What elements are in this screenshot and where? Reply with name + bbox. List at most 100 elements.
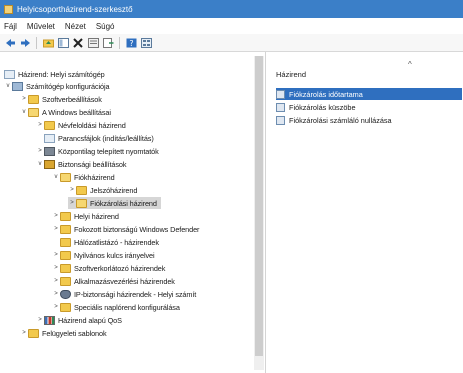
expander-icon[interactable]: > — [52, 252, 60, 258]
tree-item-account-policies[interactable]: v Fiókházirend — [52, 171, 115, 183]
tree-item-password-policy[interactable]: > Jelszóházirend — [68, 184, 137, 196]
tree-item-label: Névfeloldási házirend — [58, 120, 126, 130]
expander-icon[interactable]: > — [52, 213, 60, 219]
policy-item-reset-lockout-counter[interactable]: Fiókzárolási számláló nullázása — [276, 114, 462, 126]
policy-document-icon — [4, 69, 15, 79]
tree-item-account-lockout-policy[interactable]: > Fiókzárolási házirend — [68, 197, 161, 209]
tree-item-software-settings[interactable]: > Szoftverbeállítások — [20, 93, 102, 105]
tree-item-software-restriction[interactable]: > Szoftverkorlátozó házirendek — [52, 262, 165, 274]
scrollbar-thumb[interactable] — [255, 56, 263, 356]
folder-icon — [60, 263, 71, 273]
properties-icon[interactable] — [87, 37, 99, 49]
expander-icon[interactable]: > — [36, 148, 44, 154]
export-icon[interactable] — [102, 37, 114, 49]
tree-item-network-list-manager[interactable]: Hálózatlistázó - házirendek — [52, 236, 159, 248]
tree-item-label: Fiókházirend — [74, 172, 115, 182]
tree-item-label: Fiókzárolási házirend — [90, 198, 157, 208]
expander-icon[interactable]: v — [52, 174, 60, 180]
expander-icon[interactable]: v — [36, 161, 44, 167]
tree-item-advanced-audit[interactable]: > Speciális naplórend konfigurálása — [52, 301, 180, 313]
policy-item-label: Fiókzárolás időtartama — [289, 89, 363, 99]
tree-item-label: Házirend: Helyi számítógép — [18, 69, 105, 79]
menu-action[interactable]: Művelet — [27, 22, 55, 31]
policy-icon — [276, 89, 285, 99]
tree-item-local-policies[interactable]: > Helyi házirend — [52, 210, 119, 222]
window-title: Helyicsoportházirend-szerkesztő — [17, 4, 133, 14]
menu-file[interactable]: Fájl — [4, 22, 17, 31]
up-folder-icon[interactable] — [42, 37, 54, 49]
tree-item-ip-security[interactable]: > IP-biztonsági házirendek - Helyi számí… — [52, 288, 196, 300]
tree-item-security-settings[interactable]: v Biztonsági beállítások — [36, 158, 126, 170]
tree-item-label: Számítógép konfigurációja — [26, 81, 110, 91]
tree-item-label: Nyilvános kulcs irányelvei — [74, 250, 155, 260]
tree-item-deployed-printers[interactable]: > Központilag telepített nyomtatók — [36, 145, 159, 157]
expander-icon[interactable]: > — [52, 278, 60, 284]
tree-item-scripts[interactable]: Parancsfájlok (indítás/leállítás) — [36, 132, 154, 144]
folder-open-icon — [60, 172, 71, 182]
expander-icon[interactable]: > — [52, 265, 60, 271]
menu-help[interactable]: Súgó — [96, 22, 115, 31]
expander-icon[interactable]: > — [52, 291, 60, 297]
tree-root[interactable]: Házirend: Helyi számítógép — [4, 68, 105, 80]
folder-open-icon — [28, 107, 39, 117]
expander-icon[interactable]: > — [68, 200, 76, 206]
delete-icon[interactable] — [72, 37, 84, 49]
expander-icon[interactable]: v — [4, 83, 12, 89]
tree-item-public-key-policies[interactable]: > Nyilvános kulcs irányelvei — [52, 249, 155, 261]
expander-icon[interactable]: > — [52, 304, 60, 310]
tree-item-windows-settings[interactable]: v A Windows beállításai — [20, 106, 111, 118]
tree-item-label: Parancsfájlok (indítás/leállítás) — [58, 133, 154, 143]
shield-icon — [60, 289, 71, 299]
expander-icon[interactable]: > — [20, 96, 28, 102]
help-icon[interactable]: ? — [125, 37, 137, 49]
folder-icon — [60, 211, 71, 221]
app-icon — [4, 4, 13, 14]
tree-item-label: Házirend alapú QoS — [58, 315, 122, 325]
view-icon[interactable] — [140, 37, 152, 49]
folder-open-icon — [76, 198, 87, 208]
expander-icon[interactable]: > — [36, 122, 44, 128]
tree-item-label: A Windows beállításai — [42, 107, 111, 117]
tree-item-application-control[interactable]: > Alkalmazásvezérlési házirendek — [52, 275, 175, 287]
folder-icon — [44, 120, 55, 130]
expander-icon[interactable]: > — [52, 226, 60, 232]
tree-item-label: Hálózatlistázó - házirendek — [74, 237, 159, 247]
menu-view[interactable]: Nézet — [65, 22, 86, 31]
expander-icon[interactable]: > — [68, 187, 76, 193]
forward-icon[interactable] — [19, 37, 31, 49]
details-column-header[interactable]: Házirend — [276, 70, 306, 79]
policy-icon — [276, 115, 285, 125]
qos-chart-icon — [44, 315, 55, 325]
folder-icon — [60, 302, 71, 312]
expander-icon[interactable]: v — [20, 109, 28, 115]
tree-item-administrative-templates[interactable]: > Felügyeleti sablonok — [20, 327, 107, 339]
policy-icon — [276, 102, 285, 112]
expander-icon[interactable]: > — [36, 317, 44, 323]
policy-item-label: Fiókzárolási számláló nullázása — [289, 115, 392, 125]
details-pane: ^ Házirend Fiókzárolás időtartama Fiókzá… — [268, 52, 463, 373]
toolbar-separator — [119, 36, 120, 49]
tree-item-name-resolution[interactable]: > Névfeloldási házirend — [36, 119, 126, 131]
tree-item-label: Speciális naplórend konfigurálása — [74, 302, 180, 312]
show-tree-icon[interactable] — [57, 37, 69, 49]
tree-pane: Házirend: Helyi számítógép v Számítógép … — [0, 52, 266, 373]
collapse-icon[interactable]: ^ — [408, 60, 412, 69]
back-icon[interactable] — [4, 37, 16, 49]
security-icon — [44, 159, 55, 169]
expander-icon[interactable]: > — [20, 330, 28, 336]
svg-text:?: ? — [129, 39, 133, 48]
tree-item-policy-based-qos[interactable]: > Házirend alapú QoS — [36, 314, 122, 326]
folder-icon — [76, 185, 87, 195]
folder-icon — [60, 237, 71, 247]
tree-item-label: Fokozott biztonságú Windows Defender — [74, 224, 200, 234]
folder-icon — [28, 94, 39, 104]
toolbar-separator — [36, 36, 37, 49]
folder-icon — [60, 224, 71, 234]
tree-item-computer-configuration[interactable]: v Számítógép konfigurációja — [4, 80, 110, 92]
policy-item-lockout-duration[interactable]: Fiókzárolás időtartama — [276, 88, 462, 100]
tree-scrollbar[interactable] — [254, 56, 264, 370]
script-icon — [44, 133, 55, 143]
tree-item-windows-defender-firewall[interactable]: > Fokozott biztonságú Windows Defender — [52, 223, 199, 235]
tree-item-label: Felügyeleti sablonok — [42, 328, 107, 338]
policy-item-lockout-threshold[interactable]: Fiókzárolás küszöbe — [276, 101, 462, 113]
